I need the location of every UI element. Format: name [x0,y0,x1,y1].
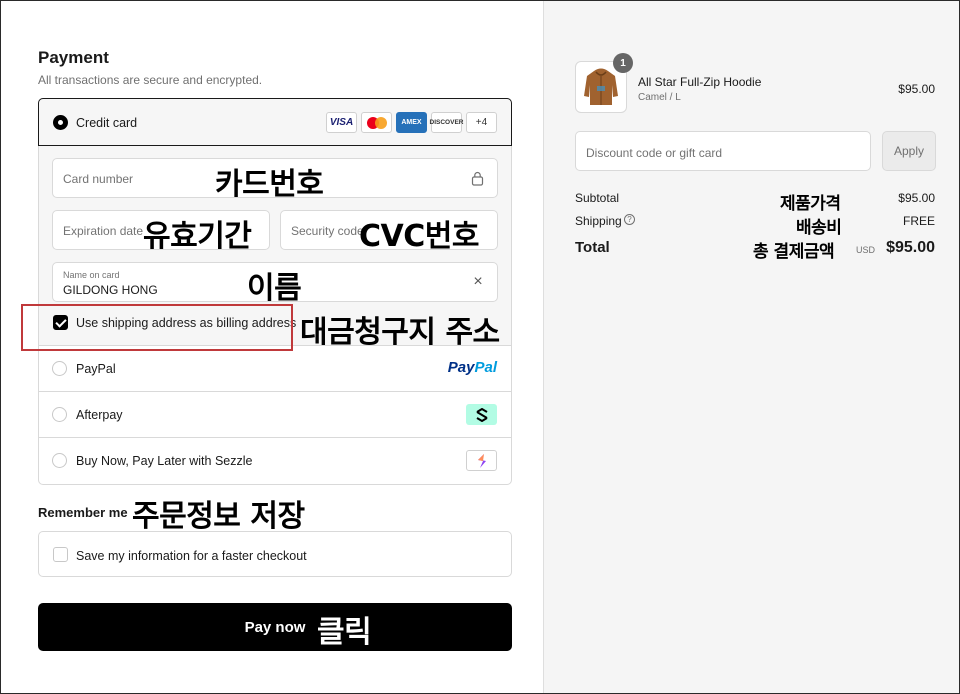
visa-icon: VISA [326,112,357,133]
sezzle-logo-icon [466,450,497,471]
subtotal-value: $95.00 [898,191,935,205]
discount-code-input[interactable]: Discount code or gift card [575,131,871,171]
annotation-shipping: 배송비 [796,218,842,238]
product-price: $95.00 [898,82,935,96]
checkout-frame: Payment All transactions are secure and … [0,0,960,694]
afterpay-option[interactable]: Afterpay [39,392,511,438]
annotation-security-code: CVC번호 [359,219,479,254]
credit-card-radio[interactable] [53,115,68,130]
paypal-option[interactable]: PayPal PayPal [39,346,511,392]
annotation-pay: 클릭 [317,615,372,650]
sezzle-option[interactable]: Buy Now, Pay Later with Sezzle [39,438,511,484]
remember-option[interactable]: Save my information for a faster checkou… [38,531,512,577]
lock-icon [471,171,484,186]
payment-subtitle: All transactions are secure and encrypte… [38,73,263,87]
discount-placeholder: Discount code or gift card [586,146,723,160]
pay-now-button[interactable]: Pay now [38,603,512,651]
annotation-name: 이름 [247,271,302,306]
subtotal-label: Subtotal [575,191,620,205]
total-label: Total [575,239,610,256]
afterpay-radio[interactable] [52,407,67,422]
billing-highlight-box [21,304,293,351]
annotation-expiration: 유효기간 [143,219,252,254]
remember-title: Remember me [38,505,128,520]
name-on-card-value: GILDONG HONG [63,283,158,297]
quantity-badge: 1 [613,53,633,73]
annotation-product-price: 제품가격 [780,194,841,214]
total-value: $95.00 [886,239,935,256]
card-brands: VISA AMEX DISCOVER +4 [326,112,497,133]
remember-label: Save my information for a faster checkou… [76,549,307,563]
discover-icon: DISCOVER [430,112,463,133]
paypal-radio[interactable] [52,361,67,376]
annotation-card-number: 카드번호 [215,167,324,202]
amex-icon: AMEX [396,112,427,133]
remember-checkbox[interactable] [53,547,68,562]
sezzle-label: Buy Now, Pay Later with Sezzle [76,454,253,468]
order-summary-panel: 1 All Star Full-Zip Hoodie Camel / L $95… [543,1,959,693]
payment-panel: Payment All transactions are secure and … [1,1,543,693]
product-name: All Star Full-Zip Hoodie [638,75,762,89]
credit-card-label: Credit card [76,116,138,130]
more-brands-badge: +4 [466,112,497,133]
paypal-label: PayPal [76,362,116,376]
afterpay-label: Afterpay [76,408,123,422]
sezzle-radio[interactable] [52,453,67,468]
security-code-placeholder: Security code [291,224,364,238]
help-icon[interactable]: ? [624,214,635,225]
clear-icon[interactable]: × [471,274,485,290]
shipping-value: FREE [902,214,935,228]
annotation-total: 총 결제금액 [753,242,835,262]
afterpay-logo-icon [466,404,497,425]
card-number-placeholder: Card number [63,172,134,186]
total-currency: USD [855,245,875,255]
annotation-billing: 대금청구지 주소 [300,315,500,350]
credit-card-option[interactable]: Credit card VISA AMEX DISCOVER +4 [38,98,512,146]
shipping-label: Shipping [575,214,622,228]
mastercard-icon [361,112,392,133]
payment-title: Payment [38,48,109,67]
paypal-logo-icon: PayPal [447,359,497,376]
expiration-placeholder: Expiration date [63,224,144,238]
apply-button[interactable]: Apply [882,131,936,171]
annotation-remember: 주문정보 저장 [132,499,305,534]
product-variant: Camel / L [638,92,681,103]
name-on-card-label: Name on card [63,270,120,280]
pay-now-label: Pay now [244,618,306,636]
